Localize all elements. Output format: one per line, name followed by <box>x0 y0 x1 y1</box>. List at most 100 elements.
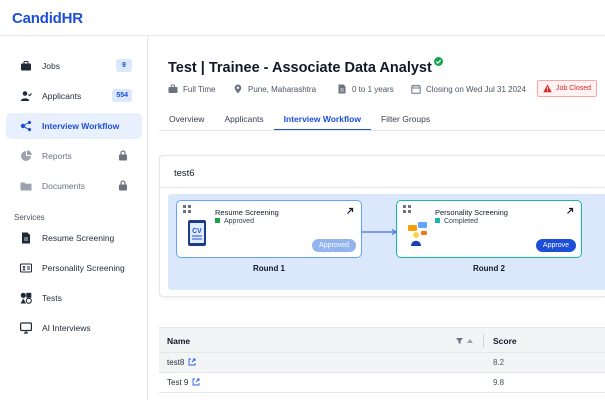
column-header-score[interactable]: Score <box>493 336 517 346</box>
column-divider[interactable] <box>483 334 484 348</box>
table-row[interactable]: Test 9 9.8 <box>159 373 605 393</box>
job-tabs: Overview Applicants Interview Workflow F… <box>159 109 440 131</box>
sidebar-item-label: Tests <box>42 293 62 303</box>
workflow-card-resume-screening[interactable]: CV Resume Screening Approved Approved <box>176 200 362 258</box>
column-header-name[interactable]: Name <box>167 336 190 346</box>
workflow-card-status-text: Completed <box>444 218 478 225</box>
folder-icon <box>20 182 32 191</box>
jobs-count-badge: 9 <box>116 59 132 72</box>
monitor-icon <box>20 322 32 334</box>
main-content: Test | Trainee - Associate Data Analyst … <box>149 37 605 400</box>
svg-text:CV: CV <box>192 228 202 235</box>
sidebar-item-label: Reports <box>42 151 72 161</box>
sidebar-item-label: Interview Workflow <box>42 121 120 131</box>
table-row[interactable]: test8 8.2 <box>159 353 605 373</box>
sidebar-item-reports[interactable]: Reports <box>6 143 142 169</box>
warning-icon <box>543 84 552 93</box>
approved-button[interactable]: Approved <box>312 239 356 252</box>
job-location-text: Pune, Maharashtra <box>248 84 317 94</box>
sidebar-item-documents[interactable]: Documents <box>6 173 142 199</box>
applicant-name[interactable]: Test 9 <box>167 378 188 387</box>
job-experience-text: 0 to 1 years <box>352 84 394 94</box>
sidebar-item-label: Applicants <box>42 91 82 101</box>
connector-arrow <box>362 229 397 235</box>
job-type: Full Time <box>168 83 215 95</box>
job-closed-text: Job Closed <box>556 85 592 92</box>
sidebar-item-label: Jobs <box>42 61 60 71</box>
applicants-count-badge: 554 <box>112 89 132 102</box>
open-arrow-icon[interactable] <box>346 207 354 215</box>
filter-sort-icon[interactable] <box>455 336 475 346</box>
applicant-name-cell[interactable]: test8 <box>167 358 196 367</box>
tab-applicants[interactable]: Applicants <box>214 109 273 131</box>
workflow-icon <box>20 120 32 132</box>
external-link-icon[interactable] <box>188 358 196 366</box>
job-type-text: Full Time <box>183 84 216 94</box>
sidebar: Jobs 9 Applicants 554 Interview Workflow… <box>0 37 148 400</box>
services-section-title: Services <box>14 213 45 222</box>
lock-icon <box>119 180 127 191</box>
personality-test-icon <box>408 222 427 246</box>
briefcase-icon <box>21 61 31 71</box>
approve-button[interactable]: Approve <box>535 239 576 252</box>
app-logo[interactable]: CandidHR <box>12 10 83 27</box>
sidebar-item-label: Documents <box>42 181 85 191</box>
workflow-card-personality-screening[interactable]: Personality Screening Completed Approve <box>396 200 582 258</box>
workflow-divider <box>160 187 605 188</box>
top-bar: CandidHR <box>0 0 605 36</box>
sidebar-item-personality-screening[interactable]: Personality Screening <box>6 255 142 281</box>
workflow-panel: test6 CV Resume Screening Approved Appro… <box>159 155 605 297</box>
location-pin-icon <box>234 84 242 94</box>
shapes-icon <box>20 292 32 304</box>
open-arrow-icon[interactable] <box>566 207 574 215</box>
pie-chart-icon <box>21 150 32 161</box>
job-experience: 0 to 1 years <box>337 83 394 95</box>
sidebar-item-jobs[interactable]: Jobs 9 <box>6 53 142 79</box>
tab-filter-groups[interactable]: Filter Groups <box>371 109 440 131</box>
score-cell: 8.2 <box>493 358 505 367</box>
external-link-icon[interactable] <box>192 378 200 386</box>
drag-handle-icon[interactable] <box>183 205 191 213</box>
tab-overview[interactable]: Overview <box>159 109 214 131</box>
sidebar-item-interview-workflow[interactable]: Interview Workflow <box>6 113 142 139</box>
round-label: Round 2 <box>473 264 505 273</box>
tabs-divider <box>159 130 605 131</box>
round-label: Round 1 <box>253 264 285 273</box>
workflow-card-title: Resume Screening <box>215 208 279 217</box>
resume-cv-icon: CV <box>188 220 206 246</box>
job-closed-badge: Job Closed <box>537 80 598 97</box>
drag-handle-icon[interactable] <box>403 205 411 213</box>
sidebar-item-ai-interviews[interactable]: AI Interviews <box>6 315 142 341</box>
lock-icon <box>119 150 127 161</box>
status-dot <box>215 218 220 223</box>
score-cell: 9.8 <box>493 378 505 387</box>
sidebar-item-applicants[interactable]: Applicants 554 <box>6 83 142 109</box>
table-header: Name Score <box>159 327 605 353</box>
id-card-icon <box>20 263 32 273</box>
sidebar-item-label: Personality Screening <box>42 263 125 273</box>
workflow-canvas: CV Resume Screening Approved Approved Ro… <box>168 194 605 290</box>
status-dot <box>435 218 440 223</box>
applicant-name[interactable]: test8 <box>167 358 184 367</box>
document-icon <box>22 232 30 244</box>
sidebar-item-tests[interactable]: Tests <box>6 285 142 311</box>
job-title: Test | Trainee - Associate Data Analyst <box>168 57 443 76</box>
calendar-icon <box>411 84 421 94</box>
sidebar-item-resume-screening[interactable]: Resume Screening <box>6 225 142 251</box>
workflow-card-status: Completed <box>435 218 478 225</box>
document-icon <box>338 84 346 94</box>
job-location: Pune, Maharashtra <box>233 83 316 95</box>
job-title-text: Test | Trainee - Associate Data Analyst <box>168 60 432 76</box>
sidebar-item-label: AI Interviews <box>42 323 91 333</box>
job-closing-text: Closing on Wed Jul 31 2024 <box>426 84 526 94</box>
tab-interview-workflow[interactable]: Interview Workflow <box>273 109 371 131</box>
job-closing-date: Closing on Wed Jul 31 2024 <box>411 83 526 95</box>
workflow-card-status: Approved <box>215 218 254 225</box>
verified-check-icon <box>433 57 443 66</box>
briefcase-icon <box>168 84 178 93</box>
user-check-icon <box>20 91 32 101</box>
sidebar-item-label: Resume Screening <box>42 233 115 243</box>
workflow-card-status-text: Approved <box>224 218 254 225</box>
workflow-name: test6 <box>174 168 195 179</box>
applicant-name-cell[interactable]: Test 9 <box>167 378 200 387</box>
